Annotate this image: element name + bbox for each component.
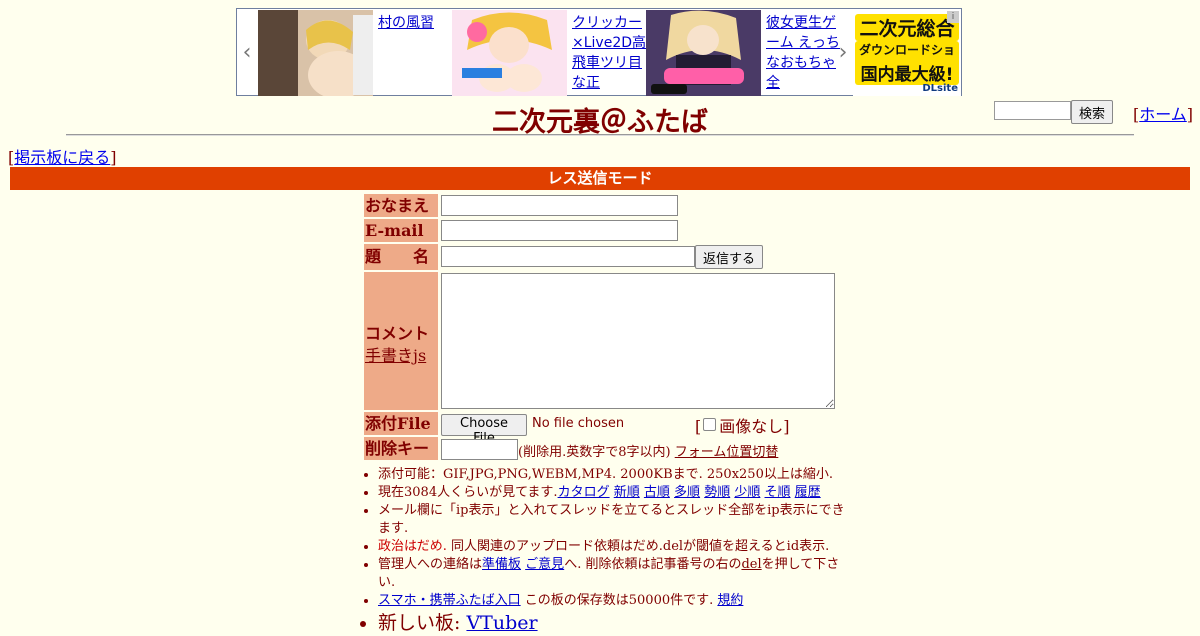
list-item: 現在3084人くらいが見てます.カタログ 新順 古順 多順 勢順 少順 そ順 履…	[378, 484, 856, 502]
subject-label: 題 名	[364, 244, 438, 270]
attach-info: 添付可能：GIF,JPG,PNG,WEBM,MP4. 2000KBまで. 250…	[378, 467, 833, 482]
dlsite-logo: DLsite	[922, 83, 958, 94]
sort-many-link[interactable]: 多順	[674, 485, 700, 500]
vtuber-board-link[interactable]: VTuber	[466, 612, 537, 634]
home-nav: [ホーム]	[1133, 105, 1194, 124]
sort-so-link[interactable]: そ順	[765, 485, 791, 500]
del-link[interactable]: del	[741, 557, 761, 572]
ad-thumbnail[interactable]	[452, 10, 567, 96]
mode-bar: レス送信モード	[10, 167, 1190, 190]
submit-reply-button[interactable]: 返信する	[695, 245, 763, 269]
sort-new-link[interactable]: 新順	[614, 485, 640, 500]
ad-thumbnail[interactable]	[258, 10, 373, 96]
delete-request-text: へ. 削除依頼は記事番号の右の	[564, 557, 742, 572]
list-item: メール欄に「ip表示」と入れてスレッドを立てるとスレッド全部をip表示にできます…	[378, 502, 856, 538]
handwriting-link[interactable]: 手書きjs	[365, 342, 426, 366]
delete-key-hint: (削除用.英数字で8字以内)	[518, 445, 671, 460]
info-list: 添付可能：GIF,JPG,PNG,WEBM,MP4. 2000KBまで. 250…	[378, 466, 856, 636]
dlsite-ad-tagline: 国内最大級!	[855, 60, 959, 85]
list-item: 添付可能：GIF,JPG,PNG,WEBM,MP4. 2000KBまで. 250…	[378, 466, 856, 484]
viewer-count: 現在3084人くらいが見てます.	[378, 485, 558, 500]
list-item: 政治はだめ. 同人関連のアップロード依頼はだめ.delが閾値を超えるとid表示.	[378, 538, 856, 556]
file-status: No file chosen	[532, 416, 625, 431]
list-item: 管理人への連絡は準備板 ご意見へ. 削除依頼は記事番号の右のdelを押して下さい…	[378, 556, 856, 592]
name-label: おなまえ	[364, 194, 438, 217]
file-label: 添付File	[364, 412, 438, 435]
back-to-board-link[interactable]: 掲示板に戻る	[14, 148, 110, 167]
comment-label-cell: コメント 手書きjs	[364, 272, 438, 410]
sort-momentum-link[interactable]: 勢順	[704, 485, 730, 500]
back-nav: [掲示板に戻る]	[8, 148, 117, 167]
chevron-right-icon[interactable]: ›	[833, 9, 853, 95]
ad-thumbnail[interactable]	[646, 10, 761, 96]
divider	[66, 134, 1134, 136]
delete-key-label: 削除キー	[364, 437, 438, 460]
home-link[interactable]: ホーム	[1139, 105, 1187, 124]
chevron-left-icon[interactable]: ‹	[237, 9, 257, 95]
dlsite-ad-heading: 二次元総合	[855, 14, 959, 41]
catalog-link[interactable]: カタログ	[558, 485, 610, 500]
ad-link[interactable]: クリッカー×Live2D高飛車ツリ目な正	[572, 13, 648, 93]
choose-file-button[interactable]: Choose File	[441, 414, 527, 446]
history-link[interactable]: 履歴	[795, 485, 821, 500]
email-field[interactable]	[441, 220, 678, 241]
storage-info: この板の保存数は50000件です.	[520, 593, 714, 608]
prep-board-link[interactable]: 準備板	[482, 557, 521, 572]
search-button[interactable]: 検索	[1071, 100, 1113, 124]
upload-rule: 同人関連のアップロード依頼はだめ.delが閾値を超えるとid表示.	[446, 539, 830, 554]
ad-banner[interactable]: ‹ 村の風習 クリッカー×Live2D高飛車ツリ目な正 彼女更生ゲーム えっちな…	[236, 8, 962, 96]
email-label: E-mail	[364, 219, 438, 242]
ad-info-icon[interactable]: i	[947, 11, 959, 23]
comment-label: コメント	[365, 324, 430, 343]
rules-link[interactable]: 規約	[717, 593, 743, 608]
search-input[interactable]	[994, 101, 1071, 120]
mobile-entrance-link[interactable]: スマホ・携帯ふたば入口	[378, 593, 521, 608]
new-board-label: 新しい板:	[378, 612, 467, 634]
delete-key-field[interactable]	[441, 439, 518, 460]
list-item: スマホ・携帯ふたば入口 この板の保存数は50000件です. 規約	[378, 592, 856, 610]
comment-textarea[interactable]	[441, 273, 835, 409]
no-image-option: [画像なし]	[695, 417, 790, 436]
dlsite-ad[interactable]: 二次元総合 ダウンロードショップ 国内最大級! DLsite i	[853, 10, 961, 96]
no-image-label: 画像なし	[719, 417, 784, 436]
list-item: 新しい板: VTuber	[378, 610, 856, 636]
ad-link[interactable]: 彼女更生ゲーム えっちなおもちゃ全	[766, 13, 842, 93]
name-field[interactable]	[441, 195, 678, 216]
feedback-link[interactable]: ご意見	[525, 557, 564, 572]
no-image-checkbox[interactable]	[703, 418, 717, 431]
admin-contact-text: 管理人への連絡は	[378, 557, 483, 572]
sort-few-link[interactable]: 少順	[734, 485, 760, 500]
sort-old-link[interactable]: 古順	[644, 485, 670, 500]
politics-warning: 政治はだめ.	[378, 539, 447, 554]
delete-key-note: (削除用.英数字で8字以内) フォーム位置切替	[518, 441, 778, 460]
subject-field[interactable]	[441, 246, 695, 267]
ip-notice: メール欄に「ip表示」と入れてスレッドを立てるとスレッド全部をip表示にできます…	[378, 503, 845, 536]
ad-link[interactable]: 村の風習	[378, 13, 454, 33]
form-position-toggle-link[interactable]: フォーム位置切替	[675, 445, 779, 460]
